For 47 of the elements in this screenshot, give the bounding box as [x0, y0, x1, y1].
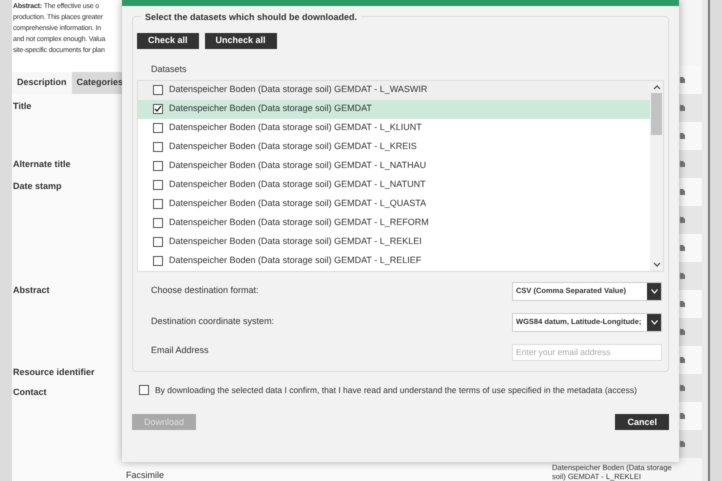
checkbox[interactable]: [153, 123, 163, 133]
checkmark-icon: [154, 105, 162, 113]
select-button[interactable]: Check all: [137, 33, 199, 49]
form-label: Destination coordinate system:: [151, 314, 274, 328]
field-label: Resource identifier: [13, 366, 95, 378]
checkbox[interactable]: [153, 199, 163, 209]
field-label: Abstract: [13, 284, 50, 296]
checkbox[interactable]: [153, 237, 163, 247]
dataset-name: Datenspeicher Boden (Data storage soil) GEMDAT - L_REFORM: [169, 216, 429, 230]
field-label: Facsimile: [126, 470, 166, 480]
email-field[interactable]: Enter your email address: [512, 344, 662, 360]
dataset-row[interactable]: Datenspeicher Boden (Data storage soil) GEMDAT - L_WASWIR: [138, 80, 650, 100]
scrollbar[interactable]: [650, 80, 663, 270]
field-label: Alternate title: [13, 158, 71, 170]
dataset-name: Datenspeicher Boden (Data storage soil) GEMDAT - L_RELIEF: [169, 254, 422, 268]
consent-text: By downloading the selected data I confirm, that I have read and understand the terms of use specified in the metadata (access): [155, 384, 637, 396]
dataset-name: Datenspeicher Boden (Data storage soil) GEMDAT - L_KREIS: [169, 140, 417, 154]
dropdown-caret-button[interactable]: [647, 314, 661, 330]
dataset-row[interactable]: Datenspeicher Boden (Data storage soil) GEMDAT: [138, 100, 650, 118]
cancel-button[interactable]: Cancel: [615, 414, 669, 430]
field-label: Date stamp: [13, 180, 62, 192]
checkbox[interactable]: [153, 104, 163, 114]
field-label: Contact: [13, 386, 46, 398]
select-button[interactable]: Uncheck all: [204, 33, 277, 49]
scrollbar-thumb[interactable]: [651, 92, 662, 134]
dataset-name: Datenspeicher Boden (Data storage soil) GEMDAT - L_WASWIR: [169, 83, 428, 96]
checkbox[interactable]: [153, 180, 163, 190]
form-label: Choose destination format:: [151, 284, 259, 296]
checkbox[interactable]: [153, 218, 163, 228]
checkbox[interactable]: [153, 256, 163, 266]
dataset-name: Datenspeicher Boden (Data storage soil) GEMDAT: [169, 102, 372, 116]
checkbox[interactable]: [153, 161, 163, 171]
form-label: Email Address: [151, 344, 209, 356]
dataset-name: Datenspeicher Boden (Data storage soil) GEMDAT - L_REKLEI: [169, 235, 422, 248]
chevron-down-icon: [650, 288, 658, 294]
dataset-name: Datenspeicher Boden (Data storage soil) GEMDAT - L_NATHAU: [169, 159, 426, 172]
datasets-label: Datasets: [151, 63, 188, 76]
field-label: Title: [13, 100, 32, 112]
checkbox[interactable]: [153, 142, 163, 152]
dataset-name: Datenspeicher Boden (Data storage soil) GEMDAT - L_QUASTA: [169, 197, 426, 210]
dropdown-caret-button[interactable]: [647, 282, 661, 300]
checkbox[interactable]: [139, 384, 149, 395]
tab[interactable]: Description: [12, 72, 72, 94]
dataset-name: Datenspeicher Boden (Data storage soil) GEMDAT - L_NATUNT: [169, 178, 426, 192]
chevron-down-icon: [650, 320, 658, 324]
checkbox[interactable]: [153, 85, 163, 95]
dataset-name: Datenspeicher Boden (Data storage soil) GEMDAT - L_KLIUNT: [169, 121, 422, 134]
